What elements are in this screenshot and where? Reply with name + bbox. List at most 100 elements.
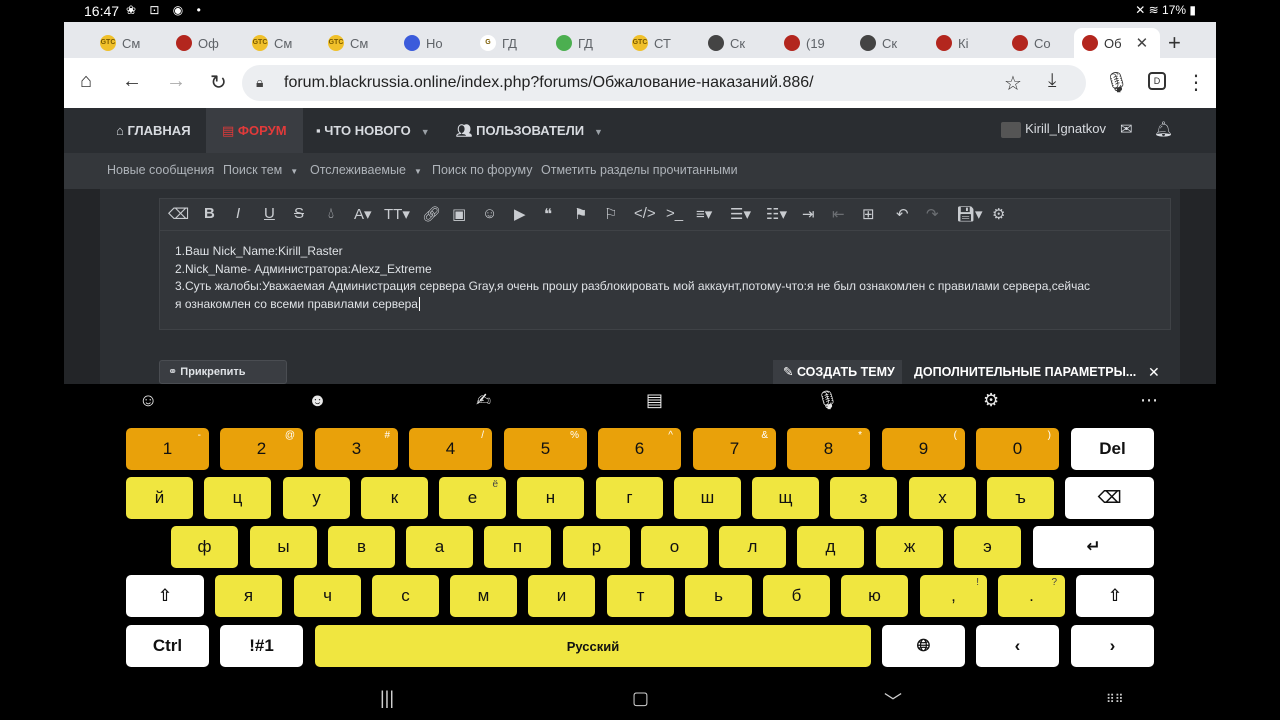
nav-home[interactable]: ⌂ ГЛАВНАЯ (116, 108, 191, 153)
letter-key[interactable]: щ (752, 477, 819, 519)
browser-tab[interactable]: Кі (928, 28, 998, 58)
browser-tab[interactable]: Ск (852, 28, 922, 58)
ctrl-key[interactable]: Ctrl (126, 625, 209, 667)
link-icon[interactable]: 🔗︎ (422, 205, 441, 223)
number-key[interactable]: 2 @ (220, 428, 303, 470)
url-text[interactable]: forum.blackrussia.online/index.php?forum… (284, 74, 814, 92)
align-icon[interactable]: ≡▾ (696, 205, 712, 223)
settings-gear-icon[interactable]: ⚙ (992, 205, 1005, 223)
letter-key[interactable]: и (528, 575, 595, 617)
browser-tab[interactable]: GTC См (244, 28, 314, 58)
number-key[interactable]: 8 * (787, 428, 870, 470)
attach-files-button[interactable]: ⚭ Прикрепить файлы (159, 360, 287, 400)
letter-key[interactable]: ъ (987, 477, 1054, 519)
browser-tab[interactable]: Но (396, 28, 466, 58)
more-options-button[interactable]: ДОПОЛНИТЕЛЬНЫЕ ПАРАМЕТРЫ... (914, 365, 1136, 379)
video-icon[interactable]: ▶ (514, 205, 526, 223)
bookmark-star-icon[interactable]: ☆ (1004, 71, 1022, 96)
voice-input-icon[interactable]: 🎙︎ (816, 390, 839, 411)
bell-icon[interactable]: 🔔︎ (1154, 120, 1173, 138)
table-icon[interactable]: ⊞ (862, 205, 875, 223)
clipboard-icon[interactable]: ▤ (646, 390, 663, 411)
microphone-icon[interactable]: 🎙︎ (1104, 70, 1129, 95)
letter-key[interactable]: б (763, 575, 830, 617)
letter-key[interactable]: й (126, 477, 193, 519)
number-key[interactable]: 9( (882, 428, 965, 470)
spoiler-flag-icon[interactable]: ⚑ (574, 205, 587, 223)
letter-key[interactable]: з (830, 477, 897, 519)
subnav-watched[interactable]: Отслеживаемые ▼ (310, 163, 422, 177)
handwriting-icon[interactable]: ✍︎ (476, 390, 491, 411)
letter-key[interactable]: у (283, 477, 350, 519)
underline-icon[interactable]: U (264, 205, 275, 222)
number-key[interactable]: 4/ (409, 428, 492, 470)
tab-close-icon[interactable]: ✕ (1136, 34, 1149, 52)
create-topic-button[interactable]: ✎ СОЗДАТЬ ТЕМУ (773, 360, 902, 384)
nav-whats-new[interactable]: ▪ ЧТО НОВОГО ▼ (316, 108, 430, 153)
back-icon[interactable]: ← (122, 70, 142, 93)
browser-tab[interactable]: GTC См (92, 28, 162, 58)
inline-code-icon[interactable]: >_ (666, 205, 683, 222)
sticker-icon[interactable]: ☻ (308, 390, 327, 411)
indent-icon[interactable]: ⇥ (802, 205, 815, 223)
image-icon[interactable]: ▣ (452, 205, 466, 223)
reload-icon[interactable]: ↻ (210, 70, 227, 95)
nav-forum[interactable]: ▤ ФОРУМ (206, 108, 303, 153)
letter-key[interactable]: э (954, 526, 1021, 568)
letter-key[interactable]: ц (204, 477, 271, 519)
font-family-icon[interactable]: A▾ (354, 205, 372, 223)
rich-text-editor[interactable]: ⌫ B I U S 💧︎ A▾ TT▾ 🔗︎ ▣ ☺ ▶ ❝ ⚑ ⚐ </> >… (159, 198, 1171, 330)
number-key[interactable]: 7 & (693, 428, 776, 470)
number-key[interactable]: 0) (976, 428, 1059, 470)
number-key[interactable]: 5% (504, 428, 587, 470)
letter-key[interactable]: к (361, 477, 428, 519)
subnav-new-messages[interactable]: Новые сообщения (107, 163, 214, 177)
letter-key[interactable]: р (563, 526, 630, 568)
forward-icon[interactable]: → (166, 70, 186, 93)
letter-key[interactable]: с (372, 575, 439, 617)
eraser-icon[interactable]: ⌫ (168, 205, 189, 223)
letter-key[interactable]: н (517, 477, 584, 519)
language-key[interactable]: 🌐︎ (882, 625, 965, 667)
space-key[interactable]: Русский (315, 625, 871, 667)
inbox-icon[interactable]: ✉ (1120, 120, 1133, 138)
letter-key[interactable]: л (719, 526, 786, 568)
number-key[interactable]: 3 # (315, 428, 398, 470)
letter-key[interactable]: а (406, 526, 473, 568)
letter-key[interactable]: ы (250, 526, 317, 568)
nav-users[interactable]: 👥︎ ПОЛЬЗОВАТЕЛИ ▼ (456, 108, 603, 153)
strikethrough-icon[interactable]: S (294, 205, 304, 222)
italic-icon[interactable]: I (236, 205, 240, 222)
new-tab-icon[interactable]: + (1168, 30, 1181, 56)
color-drop-icon[interactable]: 💧︎ (328, 205, 334, 222)
keyboard-settings-icon[interactable]: ⚙ (983, 390, 999, 411)
browser-tab[interactable]: Оф (168, 28, 238, 58)
shift-key[interactable]: ⇧ (1076, 575, 1154, 617)
browser-tab[interactable]: Со (1004, 28, 1074, 58)
close-icon[interactable]: ✕ (1148, 364, 1160, 381)
code-icon[interactable]: </> (634, 205, 656, 222)
delete-key[interactable]: Del (1071, 428, 1154, 470)
subnav-mark-read[interactable]: Отметить разделы прочитанными (541, 163, 738, 177)
tab-switcher-icon[interactable]: D (1148, 72, 1166, 90)
address-bar[interactable]: 🔒︎ forum.blackrussia.online/index.php?fo… (242, 65, 1086, 101)
subnav-search-topics[interactable]: Поиск тем ▼ (223, 163, 298, 177)
browser-tab[interactable]: GTC См (320, 28, 390, 58)
undo-icon[interactable]: ↶ (896, 205, 909, 223)
letter-key[interactable]: д (797, 526, 864, 568)
symbols-key[interactable]: !#1 (220, 625, 303, 667)
download-icon[interactable]: ⤓ (1048, 70, 1056, 92)
letter-key[interactable]: м (450, 575, 517, 617)
letter-key[interactable]: в (328, 526, 395, 568)
quote-icon[interactable]: ❝ (544, 205, 552, 223)
letter-key[interactable]: х (909, 477, 976, 519)
letter-key[interactable]: ж (876, 526, 943, 568)
letter-key[interactable]: о (641, 526, 708, 568)
smile-icon[interactable]: ☺ (482, 205, 497, 222)
checkered-flag-icon[interactable]: ⚐ (604, 205, 617, 223)
letter-key[interactable]: ф (171, 526, 238, 568)
number-key[interactable]: 1- (126, 428, 209, 470)
browser-tab[interactable]: (19 (776, 28, 846, 58)
home-button-icon[interactable]: ▢ (632, 688, 649, 709)
editor-content[interactable]: 1.Ваш Nick_Name:Kirill_Raster 2.Nick_Nam… (175, 243, 1160, 313)
